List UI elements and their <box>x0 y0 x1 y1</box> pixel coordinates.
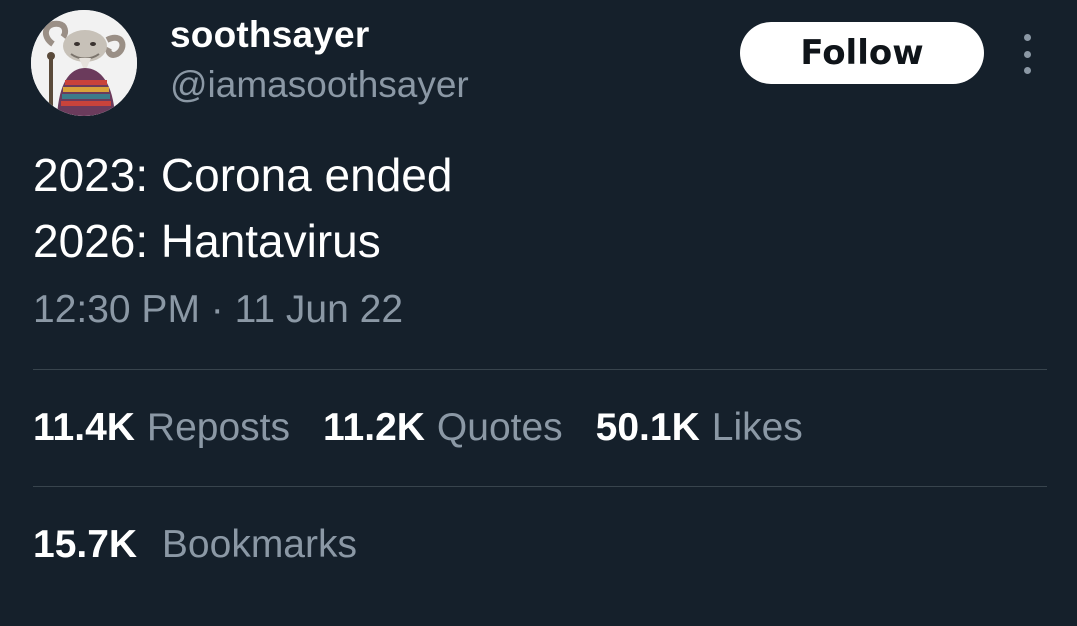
tweet-line-1: 2023: Corona ended <box>33 149 453 201</box>
more-options-button[interactable] <box>1010 34 1044 74</box>
more-vertical-icon-dot-3 <box>1023 67 1031 74</box>
reposts-label: Reposts <box>146 406 290 449</box>
likes-stat[interactable]: 50.1K Likes <box>596 406 803 450</box>
likes-count: 50.1K <box>595 406 700 449</box>
likes-label: Likes <box>711 406 803 449</box>
divider <box>33 369 1047 370</box>
user-handle[interactable]: @iamasoothsayer <box>170 64 469 106</box>
display-name[interactable]: soothsayer <box>170 14 369 56</box>
bookmarks-label: Bookmarks <box>161 523 357 566</box>
follow-button[interactable]: Follow <box>740 22 984 84</box>
tweet-text: 2023: Corona ended 2026: Hantavirus <box>33 142 452 274</box>
tweet-line-2: 2026: Hantavirus <box>33 215 381 267</box>
divider <box>33 486 1047 487</box>
reposts-count: 11.4K <box>33 406 135 449</box>
quotes-count: 11.2K <box>323 406 425 449</box>
more-vertical-icon <box>1023 34 1031 41</box>
more-vertical-icon-dot-2 <box>1023 50 1031 58</box>
bookmarks-count: 15.7K <box>33 523 138 566</box>
quotes-stat[interactable]: 11.2K Quotes <box>323 406 563 450</box>
goat-soothsayer-avatar-icon <box>31 10 137 116</box>
bookmarks-stat[interactable]: 15.7K Bookmarks <box>33 523 357 567</box>
reposts-stat[interactable]: 11.4K Reposts <box>33 406 290 450</box>
tweet-timestamp[interactable]: 12:30 PM · 11 Jun 22 <box>33 288 403 332</box>
avatar[interactable] <box>31 10 137 116</box>
quotes-label: Quotes <box>436 406 563 449</box>
engagement-stats: 11.4K Reposts 11.2K Quotes 50.1K Likes <box>33 406 836 450</box>
